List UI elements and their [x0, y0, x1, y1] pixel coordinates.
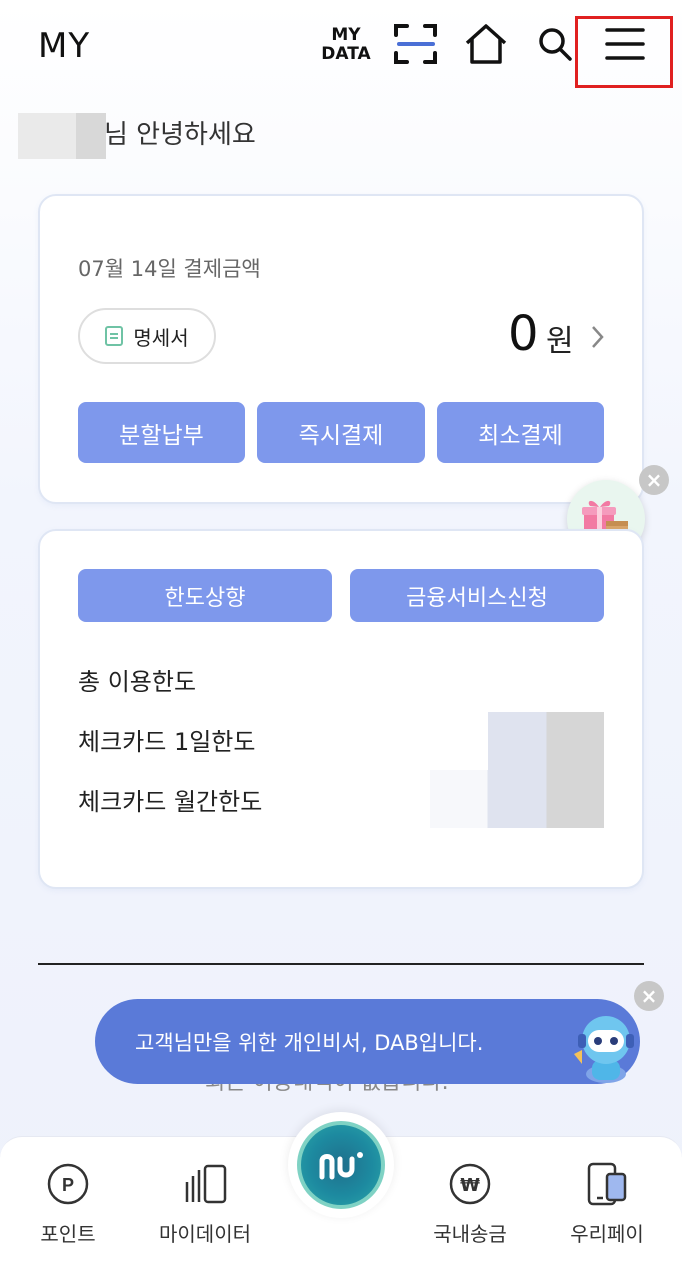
nav-transfer-label: 국내송금 — [433, 1222, 507, 1246]
won-transfer-icon: ₩ — [449, 1163, 491, 1205]
section-divider — [38, 963, 644, 965]
page-title: MY — [38, 26, 91, 66]
gift-close-icon[interactable]: × — [639, 465, 669, 495]
username-mask — [18, 113, 106, 159]
search-icon[interactable] — [537, 26, 573, 62]
statement-label: 명세서 — [133, 325, 189, 350]
point-icon: P — [47, 1163, 89, 1205]
payment-date-label: 07월 14일 결제금액 — [78, 257, 261, 281]
svg-text:₩: ₩ — [460, 1175, 480, 1196]
payment-amount[interactable]: 0 — [508, 306, 539, 362]
payment-amount-unit: 원 — [546, 324, 574, 359]
dab-close-icon[interactable]: × — [634, 981, 664, 1011]
mydata-line1: MY — [331, 25, 361, 45]
check-monthly-limit-label: 체크카드 월간한도 — [78, 788, 263, 816]
total-limit-label: 총 이용한도 — [78, 668, 197, 696]
financial-service-button[interactable]: 금융서비스신청 — [350, 569, 604, 622]
nav-point-label: 포인트 — [40, 1222, 96, 1246]
nav-point[interactable]: P 포인트 — [18, 1162, 118, 1247]
woori-pay-icon — [587, 1162, 627, 1206]
limit-increase-button[interactable]: 한도상향 — [78, 569, 332, 622]
minimum-pay-button[interactable]: 최소결제 — [437, 402, 604, 463]
home-icon[interactable] — [463, 21, 509, 67]
mydata-bars-icon — [185, 1164, 227, 1204]
woori-logo-icon — [297, 1121, 385, 1209]
scan-icon[interactable] — [393, 21, 439, 67]
check-daily-limit-label: 체크카드 1일한도 — [78, 728, 256, 756]
dab-banner[interactable]: 고객님만을 위한 개인비서, DAB입니다. — [95, 999, 640, 1084]
nav-mydata[interactable]: 마이데이터 — [155, 1162, 255, 1247]
woori-home-button[interactable] — [288, 1112, 394, 1218]
mydata-line2: DATA — [321, 44, 371, 64]
svg-text:P: P — [62, 1175, 74, 1195]
mydata-button[interactable]: MY DATA — [320, 26, 372, 64]
instant-pay-button[interactable]: 즉시결제 — [257, 402, 425, 463]
limit-values-mask — [430, 712, 604, 828]
dab-robot-icon[interactable] — [568, 1008, 644, 1090]
dab-banner-text: 고객님만을 위한 개인비서, DAB입니다. — [135, 1030, 484, 1055]
nav-mydata-label: 마이데이터 — [159, 1222, 251, 1246]
nav-woori-pay-label: 우리페이 — [570, 1222, 644, 1246]
statement-button[interactable]: 명세서 — [78, 308, 216, 364]
greeting-text: 님 안녕하세요 — [104, 120, 256, 150]
chevron-right-icon[interactable] — [590, 324, 606, 354]
nav-transfer[interactable]: ₩ 국내송금 — [420, 1162, 520, 1247]
menu-icon[interactable] — [604, 26, 646, 62]
nav-woori-pay[interactable]: 우리페이 — [557, 1162, 657, 1247]
statement-icon — [105, 326, 124, 346]
installment-button[interactable]: 분할납부 — [78, 402, 245, 463]
